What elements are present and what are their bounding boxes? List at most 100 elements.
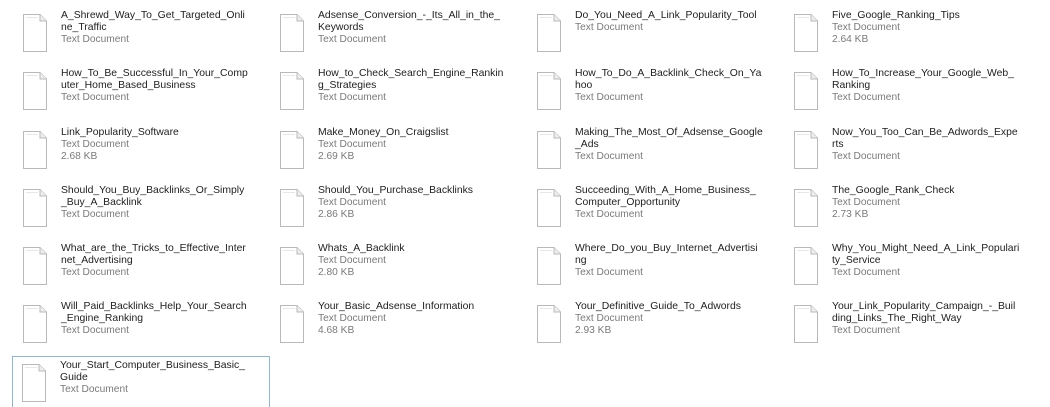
text-document-icon: [794, 14, 818, 52]
file-item[interactable]: The_Google_Rank_Check Text Document 2.73…: [789, 181, 1046, 239]
text-document-icon: [22, 363, 46, 402]
file-item[interactable]: Should_You_Buy_Backlinks_Or_Simply_Buy_A…: [18, 181, 275, 239]
file-item[interactable]: Now_You_Too_Can_Be_Adwords_Experts Text …: [789, 123, 1046, 181]
text-document-icon: [280, 188, 304, 227]
file-type: Text Document: [575, 150, 643, 162]
file-item[interactable]: How_To_Do_A_Backlink_Check_On_Yahoo Text…: [532, 64, 789, 122]
file-size: 2.80 KB: [318, 267, 355, 279]
file-name: What_are_the_Tricks_to_Effective_Interne…: [61, 243, 246, 267]
file-name: Five_Google_Ranking_Tips: [832, 10, 960, 21]
text-document-icon: [280, 305, 304, 344]
file-meta: Should_You_Buy_Backlinks_Or_Simply_Buy_A…: [61, 184, 274, 221]
file-name: Making_The_Most_Of_Adsense_Google_Ads: [575, 126, 763, 150]
file-meta: Do_You_Need_A_Link_Popularity_Tool Text …: [575, 9, 788, 34]
file-meta: Should_You_Purchase_Backlinks Text Docum…: [318, 184, 531, 221]
file-name: Your_Definitive_Guide_To_Adwords: [575, 301, 741, 313]
file-item[interactable]: Adsense_Conversion_-_Its_All_in_the_Keyw…: [275, 6, 532, 64]
file-meta: Whats_A_Backlink Text Document 2.80 KB: [318, 242, 531, 279]
file-meta: Succeeding_With_A_Home_Business_Computer…: [575, 184, 788, 221]
file-meta: Making_The_Most_Of_Adsense_Google_Ads Te…: [575, 126, 788, 163]
file-list-view: A_Shrewd_Way_To_Get_Targeted_Online_Traf…: [0, 0, 1050, 407]
file-name: Your_Basic_Adsense_Information: [318, 301, 475, 313]
file-meta: Adsense_Conversion_-_Its_All_in_the_Keyw…: [318, 9, 531, 46]
file-size: 2.69 KB: [318, 150, 355, 162]
file-type: Text Document: [318, 34, 386, 45]
text-document-icon: [280, 130, 304, 169]
file-item[interactable]: How_to_Check_Search_Engine_Ranking_Strat…: [275, 64, 532, 122]
file-name: Adsense_Conversion_-_Its_All_in_the_Keyw…: [318, 10, 500, 33]
file-type: Text Document: [61, 325, 129, 337]
file-meta: How_To_Do_A_Backlink_Check_On_Yahoo Text…: [575, 67, 788, 104]
file-meta: Your_Definitive_Guide_To_Adwords Text Do…: [575, 300, 788, 337]
file-item[interactable]: Will_Paid_Backlinks_Help_Your_Search_Eng…: [18, 297, 275, 355]
file-type: Text Document: [575, 208, 643, 220]
file-size: 2.68 KB: [61, 150, 98, 162]
file-name: Why_You_Might_Need_A_Link_Popularity_Ser…: [832, 243, 1020, 267]
file-type: Text Document: [61, 267, 129, 279]
file-type: Text Document: [61, 92, 129, 104]
file-item[interactable]: Your_Link_Popularity_Campaign_-_Building…: [789, 297, 1046, 355]
text-document-icon: [537, 72, 561, 111]
text-document-icon: [794, 247, 818, 286]
file-meta: Why_You_Might_Need_A_Link_Popularity_Ser…: [832, 242, 1045, 279]
text-document-icon: [794, 188, 818, 227]
file-type: Text Document: [575, 22, 643, 33]
file-name: How_To_Do_A_Backlink_Check_On_Yahoo: [575, 68, 762, 92]
file-meta: How_to_Check_Search_Engine_Ranking_Strat…: [318, 67, 531, 104]
file-meta: Where_Do_you_Buy_Internet_Advertising Te…: [575, 242, 788, 279]
file-item[interactable]: Make_Money_On_Craigslist Text Document 2…: [275, 123, 532, 181]
file-type: Text Document: [832, 22, 900, 33]
file-name: How_To_Increase_Your_Google_Web_Ranking: [832, 68, 1014, 92]
file-type: Text Document: [575, 92, 643, 104]
file-item[interactable]: Your_Basic_Adsense_Information Text Docu…: [275, 297, 532, 355]
file-item[interactable]: Five_Google_Ranking_Tips Text Document 2…: [789, 6, 1046, 64]
file-meta: Your_Start_Computer_Business_Basic_Guide…: [60, 359, 269, 396]
file-name: Will_Paid_Backlinks_Help_Your_Search_Eng…: [61, 301, 247, 325]
file-name: How_To_Be_Successful_In_Your_Computer_Ho…: [61, 68, 248, 92]
file-type: Text Document: [832, 325, 900, 337]
file-item[interactable]: Do_You_Need_A_Link_Popularity_Tool Text …: [532, 6, 789, 64]
file-name: Make_Money_On_Craigslist: [318, 126, 449, 138]
file-name: Your_Link_Popularity_Campaign_-_Building…: [832, 301, 1016, 325]
file-type: Text Document: [318, 138, 386, 150]
file-item[interactable]: What_are_the_Tricks_to_Effective_Interne…: [18, 239, 275, 297]
file-type: Text Document: [318, 196, 386, 208]
file-type: Text Document: [61, 34, 129, 45]
file-size: 2.64 KB: [832, 34, 869, 45]
file-type: Text Document: [318, 255, 386, 267]
text-document-icon: [794, 72, 818, 111]
file-meta: Will_Paid_Backlinks_Help_Your_Search_Eng…: [61, 300, 274, 337]
text-document-icon: [280, 72, 304, 111]
file-item[interactable]: How_To_Increase_Your_Google_Web_Ranking …: [789, 64, 1046, 122]
file-size: 4.68 KB: [318, 325, 355, 337]
file-item[interactable]: Succeeding_With_A_Home_Business_Computer…: [532, 181, 789, 239]
file-meta: The_Google_Rank_Check Text Document 2.73…: [832, 184, 1045, 221]
file-meta: A_Shrewd_Way_To_Get_Targeted_Online_Traf…: [61, 9, 274, 46]
file-type: Text Document: [318, 313, 386, 325]
text-document-icon: [23, 305, 47, 344]
file-item[interactable]: Where_Do_you_Buy_Internet_Advertising Te…: [532, 239, 789, 297]
file-item[interactable]: Why_You_Might_Need_A_Link_Popularity_Ser…: [789, 239, 1046, 297]
text-document-icon: [537, 130, 561, 169]
file-item[interactable]: Should_You_Purchase_Backlinks Text Docum…: [275, 181, 532, 239]
text-document-icon: [23, 130, 47, 169]
file-size: 2.93 KB: [575, 325, 612, 337]
file-item[interactable]: How_To_Be_Successful_In_Your_Computer_Ho…: [18, 64, 275, 122]
file-meta: Five_Google_Ranking_Tips Text Document 2…: [832, 9, 1045, 46]
file-type: Text Document: [575, 313, 643, 325]
file-item[interactable]: Link_Popularity_Software Text Document 2…: [18, 123, 275, 181]
file-type: Text Document: [832, 196, 900, 208]
text-document-icon: [537, 188, 561, 227]
file-item[interactable]: Your_Start_Computer_Business_Basic_Guide…: [12, 355, 270, 407]
file-type: Text Document: [575, 267, 643, 279]
file-name: Whats_A_Backlink: [318, 243, 405, 255]
file-name: Succeeding_With_A_Home_Business_Computer…: [575, 184, 756, 208]
file-item[interactable]: Whats_A_Backlink Text Document 2.80 KB: [275, 239, 532, 297]
text-document-icon: [537, 14, 561, 52]
file-item[interactable]: Your_Definitive_Guide_To_Adwords Text Do…: [532, 297, 789, 355]
file-item[interactable]: A_Shrewd_Way_To_Get_Targeted_Online_Traf…: [18, 6, 275, 64]
file-meta: How_To_Increase_Your_Google_Web_Ranking …: [832, 67, 1045, 104]
file-item[interactable]: Making_The_Most_Of_Adsense_Google_Ads Te…: [532, 123, 789, 181]
file-name: Where_Do_you_Buy_Internet_Advertising: [575, 243, 758, 267]
file-name: The_Google_Rank_Check: [832, 184, 955, 196]
